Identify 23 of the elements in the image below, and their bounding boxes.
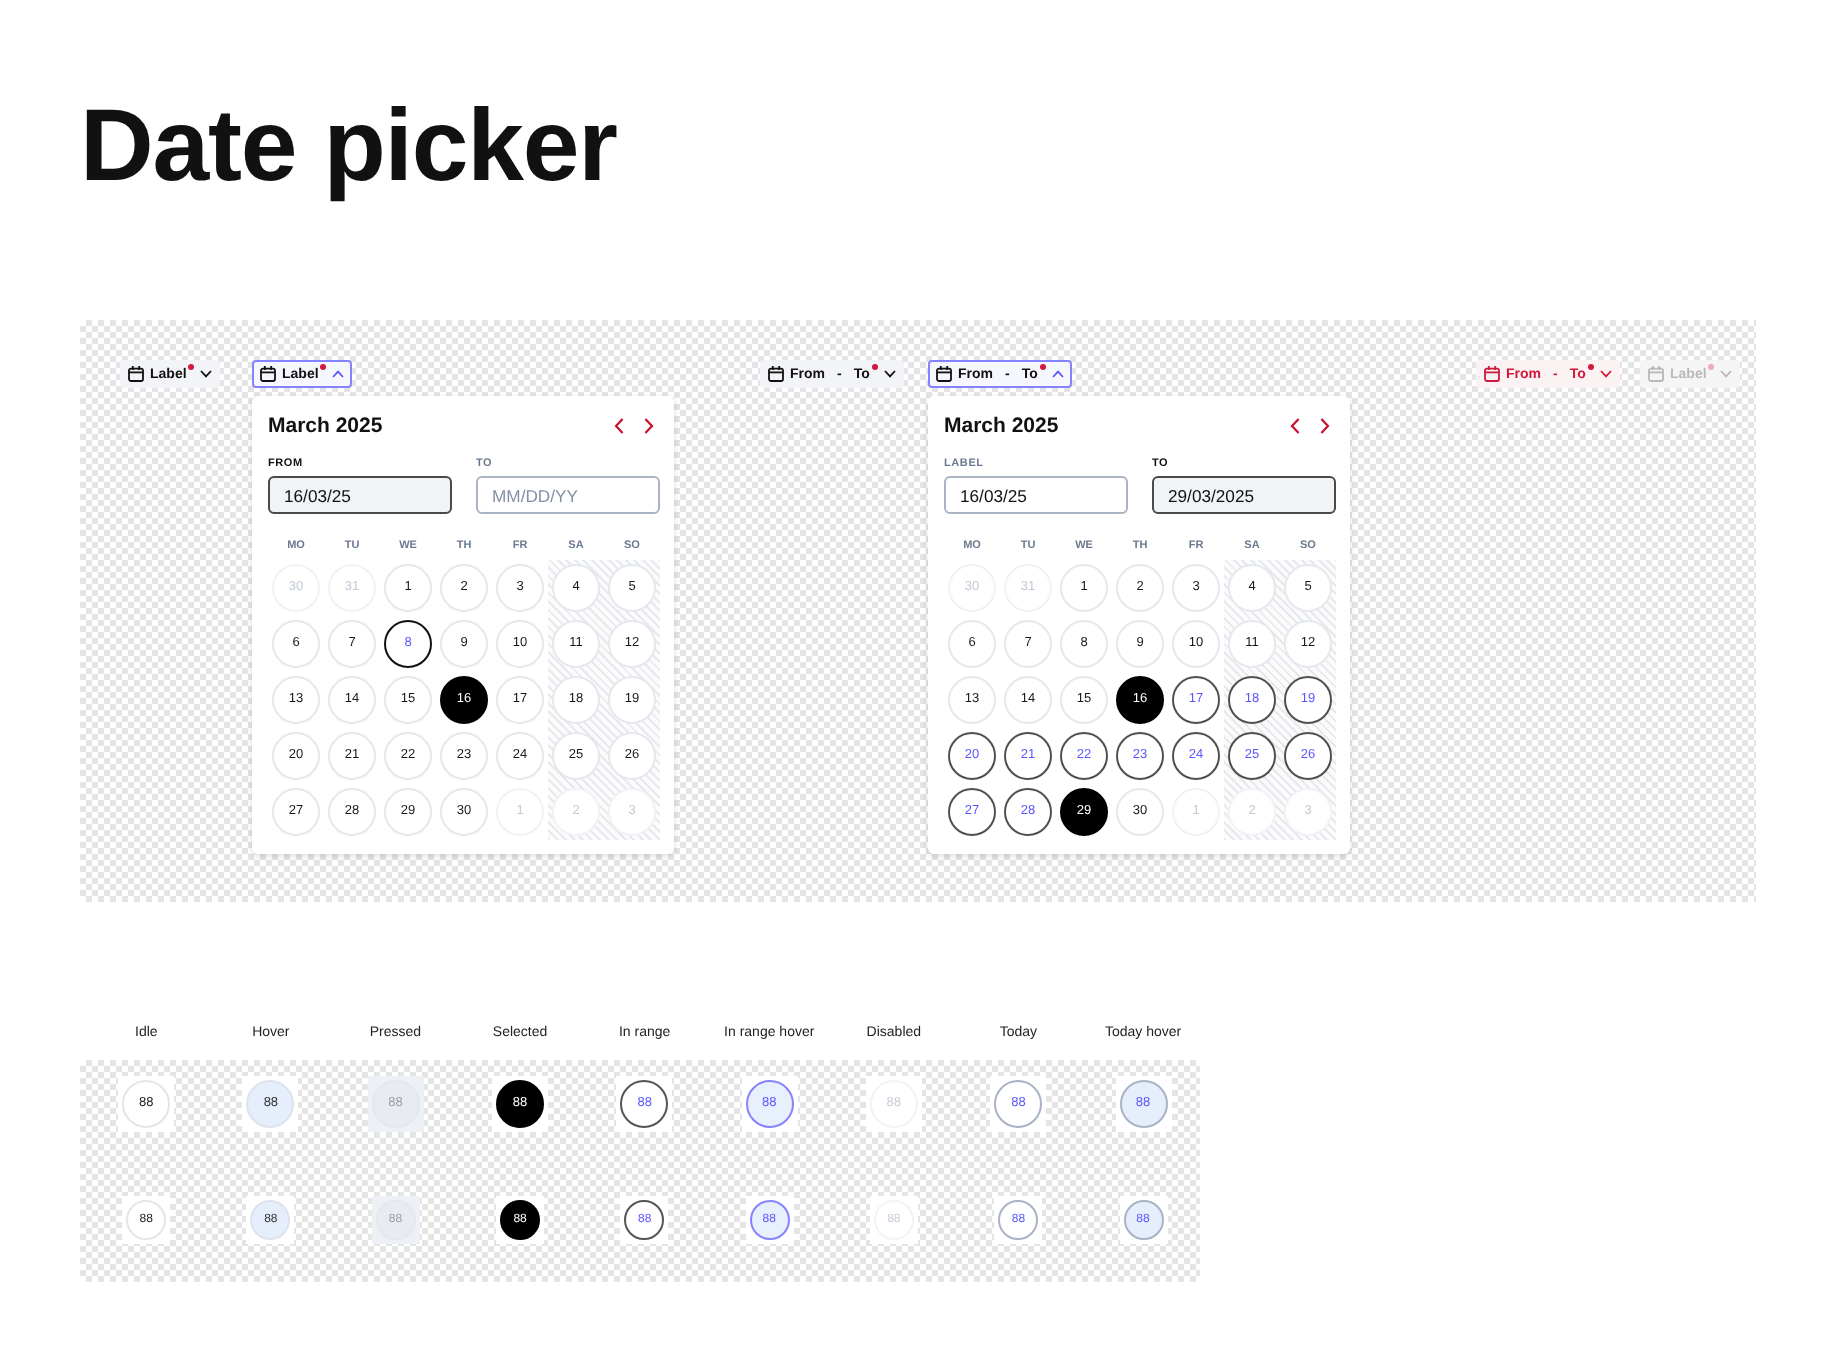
chevron-up-icon [332, 370, 345, 378]
date-field[interactable]: 16/03/25 [268, 476, 452, 514]
chevron-right-icon [643, 418, 653, 434]
chevron-left-icon [613, 418, 623, 434]
chevron-up-icon [1051, 370, 1064, 378]
calendar-icon [768, 366, 784, 382]
date-field[interactable]: MM/DD/YY [476, 476, 660, 514]
chevron-down-icon [883, 370, 896, 378]
calendar-icon [260, 366, 276, 382]
chevron-down-icon [1599, 370, 1612, 378]
month-title: March 2025 [944, 412, 1059, 440]
chevron-down-icon [200, 370, 213, 378]
calendar-icon [1648, 366, 1664, 382]
month-title: March 2025 [268, 412, 383, 440]
page-title: Date picker [80, 94, 617, 198]
chevron-left-icon [1289, 418, 1299, 434]
date-field[interactable]: 29/03/2025 [1152, 476, 1336, 514]
calendar-icon [128, 366, 144, 382]
calendar-icon [1484, 366, 1500, 382]
chevron-down-icon [1720, 370, 1733, 378]
calendar-icon [936, 366, 952, 382]
chevron-right-icon [1319, 418, 1329, 434]
date-field[interactable]: 16/03/25 [944, 476, 1128, 514]
